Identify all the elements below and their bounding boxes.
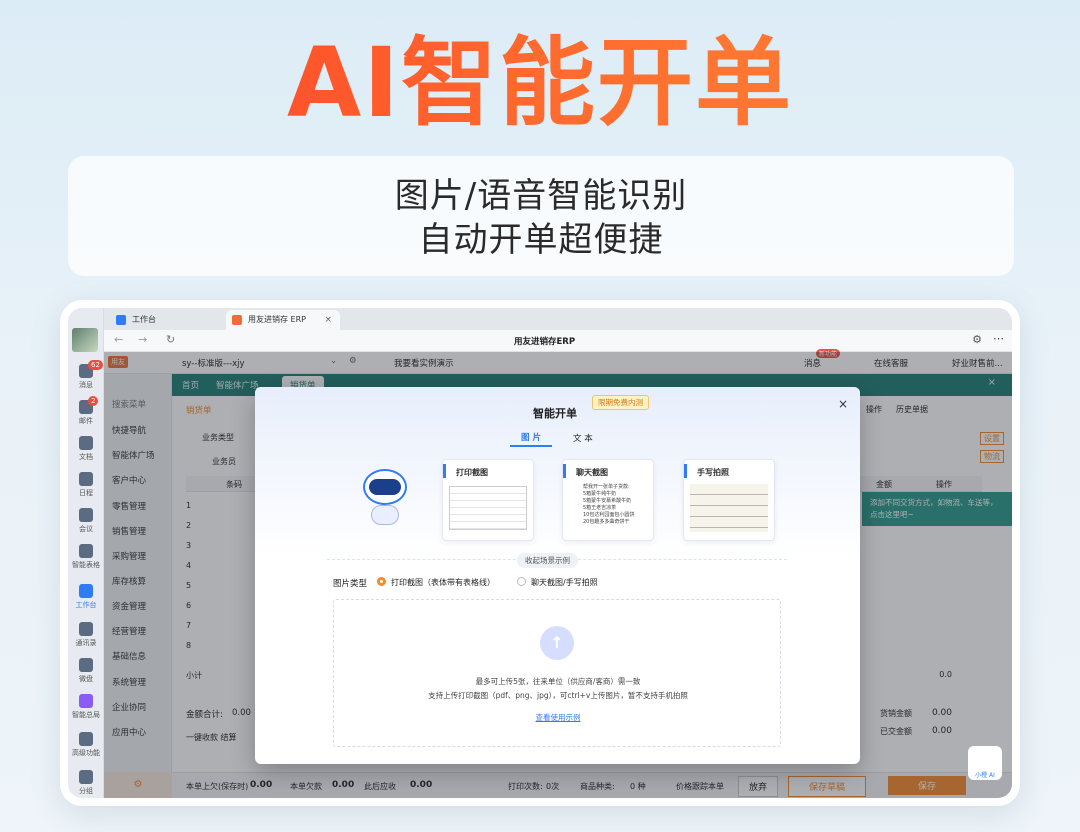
mail-badge: 2 (88, 396, 99, 406)
promo-badge: 限期免费内测 (592, 395, 649, 410)
option-print[interactable]: 打印截图（表体带有表格线） (391, 577, 495, 588)
subtitle-line-2: 自动开单超便捷 (418, 220, 664, 260)
tab-workbench[interactable]: 工作台 (110, 310, 224, 330)
settings-icon[interactable]: ⚙ (972, 333, 982, 346)
erp-logo-icon (232, 315, 242, 325)
headline: AI智能开单 (0, 28, 1080, 138)
reload-icon[interactable]: ↻ (166, 333, 175, 346)
tag-icon (79, 770, 93, 784)
address-bar: ← → ↻ 用友进销存ERP ⚙ ⋯ (104, 330, 1012, 352)
leftbar-mail[interactable]: 邮件 2 (68, 396, 104, 426)
avatar[interactable] (72, 328, 98, 352)
doc-icon (79, 436, 93, 450)
leftbar-smart-table[interactable]: 智能表格 (68, 544, 104, 570)
tab-strip: 工作台 用友进销存 ERP × (104, 308, 1012, 330)
tab-text[interactable]: 文 本 (573, 432, 593, 444)
leftbar-workbench[interactable]: 工作台 (68, 584, 104, 610)
more-icon[interactable]: ⋯ (993, 332, 1004, 345)
example-card-print: 打印截图 (442, 459, 534, 541)
leftbar-smart[interactable]: 智能总局 (68, 694, 104, 720)
smart-icon (79, 694, 93, 708)
modal-title: 智能开单 (533, 407, 577, 420)
left-app-bar: 消息 62 邮件 2 文档 日程 会议 智能表格 工作台 通讯录 微盘 智能总局 高… (68, 308, 104, 798)
radio-print[interactable] (377, 577, 386, 586)
image-type-label: 图片类型 (333, 579, 368, 589)
leftbar-group[interactable]: 分组 (68, 770, 104, 796)
leftbar-drive[interactable]: 微盘 (68, 658, 104, 684)
assistant-button[interactable]: 小橙 AI (968, 746, 1002, 780)
example-card-chat: 聊天截图 帮我开一张单子货款: 5箱蒙牛纯牛奶 5箱蒙牛安慕希酸牛奶 5箱王老吉凉茶 1… (562, 459, 654, 541)
forward-icon[interactable]: → (138, 333, 147, 346)
option-chat[interactable]: 聊天截图/手写拍照 (531, 577, 598, 588)
upload-hint-2: 支持上传打印截图（pdf、png、jpg），可ctrl+v上传图片，暂不支持手机… (428, 691, 688, 700)
leftbar-docs[interactable]: 文档 (68, 436, 104, 462)
upload-dropzone[interactable]: ↑ 最多可上传5张，往来单位（供应商/客商）需一致 支持上传打印截图（pdf、p… (333, 599, 781, 747)
example-card-handwrite: 手写拍照 (683, 459, 775, 541)
drive-icon (79, 658, 93, 672)
leftbar-meeting[interactable]: 会议 (68, 508, 104, 534)
radio-chat[interactable] (517, 577, 526, 586)
upload-hint-1: 最多可上传5张，往来单位（供应商/客商）需一致 (475, 677, 641, 686)
advanced-icon (79, 732, 93, 746)
back-icon[interactable]: ← (114, 333, 123, 346)
subtitle-line-1: 图片/语音智能识别 (394, 176, 688, 216)
handwriting-thumbnail (690, 484, 768, 532)
grid-icon (79, 584, 93, 598)
leftbar-advanced[interactable]: 高级功能 (68, 732, 104, 758)
leftbar-calendar[interactable]: 日程 (68, 472, 104, 498)
tab-close-icon[interactable]: × (324, 310, 332, 330)
tab-image[interactable]: 图 片 (521, 431, 541, 443)
contacts-icon (79, 622, 93, 636)
subtitle-card: 图片/语音智能识别 自动开单超便捷 (68, 156, 1014, 276)
leftbar-messages[interactable]: 消息 62 (68, 360, 104, 390)
collapse-button[interactable]: 收起场景示例 (517, 553, 578, 568)
message-badge: 62 (88, 360, 103, 370)
grid-icon (116, 315, 126, 325)
close-icon[interactable]: × (838, 397, 848, 411)
meeting-icon (79, 508, 93, 522)
robot-mascot-icon (355, 459, 415, 529)
leftbar-contacts[interactable]: 通讯录 (68, 622, 104, 648)
table-icon (79, 544, 93, 558)
usage-example-link[interactable]: 查看使用示例 (334, 712, 782, 723)
upload-icon[interactable]: ↑ (540, 626, 574, 660)
smart-order-modal: 限期免费内测 智能开单 × 图 片 文 本 打印截图 聊天截图 帮我开一张单子货… (255, 387, 860, 764)
calendar-icon (79, 472, 93, 486)
print-table-thumbnail (449, 486, 527, 530)
page-title: 用友进销存ERP (514, 337, 576, 347)
tab-erp[interactable]: 用友进销存 ERP × (226, 310, 340, 330)
